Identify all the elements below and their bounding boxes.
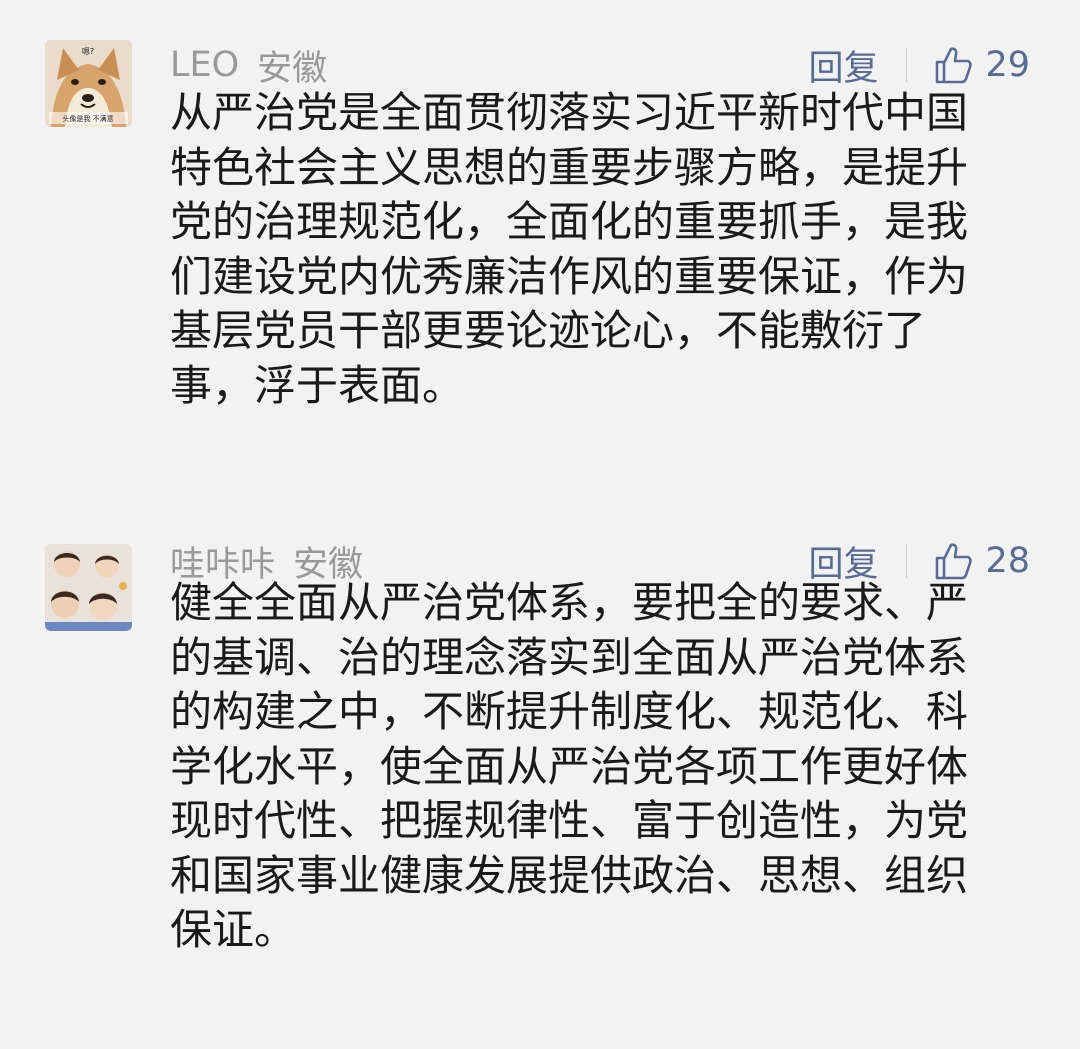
comment-line: 和国家事业健康发展提供政治、思想、组织 <box>170 850 969 900</box>
comment-line: 事，浮于表面。 <box>170 360 465 410</box>
divider <box>906 544 908 578</box>
comment-line: 学化水平，使全面从严治党各项工作更好体 <box>170 741 969 791</box>
comment-line: 党的治理规范化，全面化的重要抓手，是我 <box>170 197 969 246</box>
comment-text: 健全全面从严治党体系，要把全的要求、严 的基调、治的理念落实到全面从严治党体系 … <box>170 576 1030 958</box>
commenter-name[interactable]: LEO <box>170 45 239 85</box>
comment-line: 特色社会主义思想的重要步骤方略，是提升 <box>170 142 969 192</box>
comment-line: 从严治党是全面贯彻落实习近平新时代中国 <box>170 88 969 137</box>
comment-line: 健全全面从严治党体系，要把全的要求、严 <box>170 578 969 627</box>
like-button[interactable]: 29 <box>933 45 1030 85</box>
like-button[interactable]: 28 <box>933 541 1030 581</box>
comment-line: 基层党员干部更要论迹论心，不能敷衍了 <box>170 306 927 355</box>
reply-button[interactable]: 回复 <box>808 40 878 91</box>
comment-line: 的构建之中，不断提升制度化、规范化、科 <box>170 687 969 736</box>
like-count: 28 <box>985 541 1030 581</box>
shiba-dog-avatar-icon: 头像是我 不满意 嗯? <box>45 40 132 127</box>
thumbs-up-icon <box>936 543 973 580</box>
avatar-caption-top: 嗯? <box>82 47 94 56</box>
comment-text: 从严治党是全面贯彻落实习近平新时代中国 特色社会主义思想的重要步骤方略，是提升 … <box>170 86 1030 413</box>
avatar-caption-bottom: 头像是我 不满意 <box>62 114 113 123</box>
avatar[interactable]: 头像是我 不满意 嗯? <box>45 40 132 127</box>
thumbs-up-icon <box>936 47 973 84</box>
comment-line: 保证。 <box>170 905 297 954</box>
comment-line: 们建设党内优秀廉洁作风的重要保证，作为 <box>170 251 969 301</box>
comment-meta: LEO 安徽 <box>170 40 327 90</box>
like-count: 29 <box>985 45 1030 85</box>
divider <box>906 48 908 82</box>
children-photo-avatar-icon <box>45 544 132 631</box>
comment-line: 现时代性、把握规律性、富于创造性，为党 <box>170 796 969 845</box>
commenter-location: 安徽 <box>257 48 328 89</box>
comment-line: 的基调、治的理念落实到全面从严治党体系 <box>170 632 969 682</box>
comment-actions: 回复 29 <box>808 40 1030 90</box>
avatar[interactable] <box>45 544 132 631</box>
